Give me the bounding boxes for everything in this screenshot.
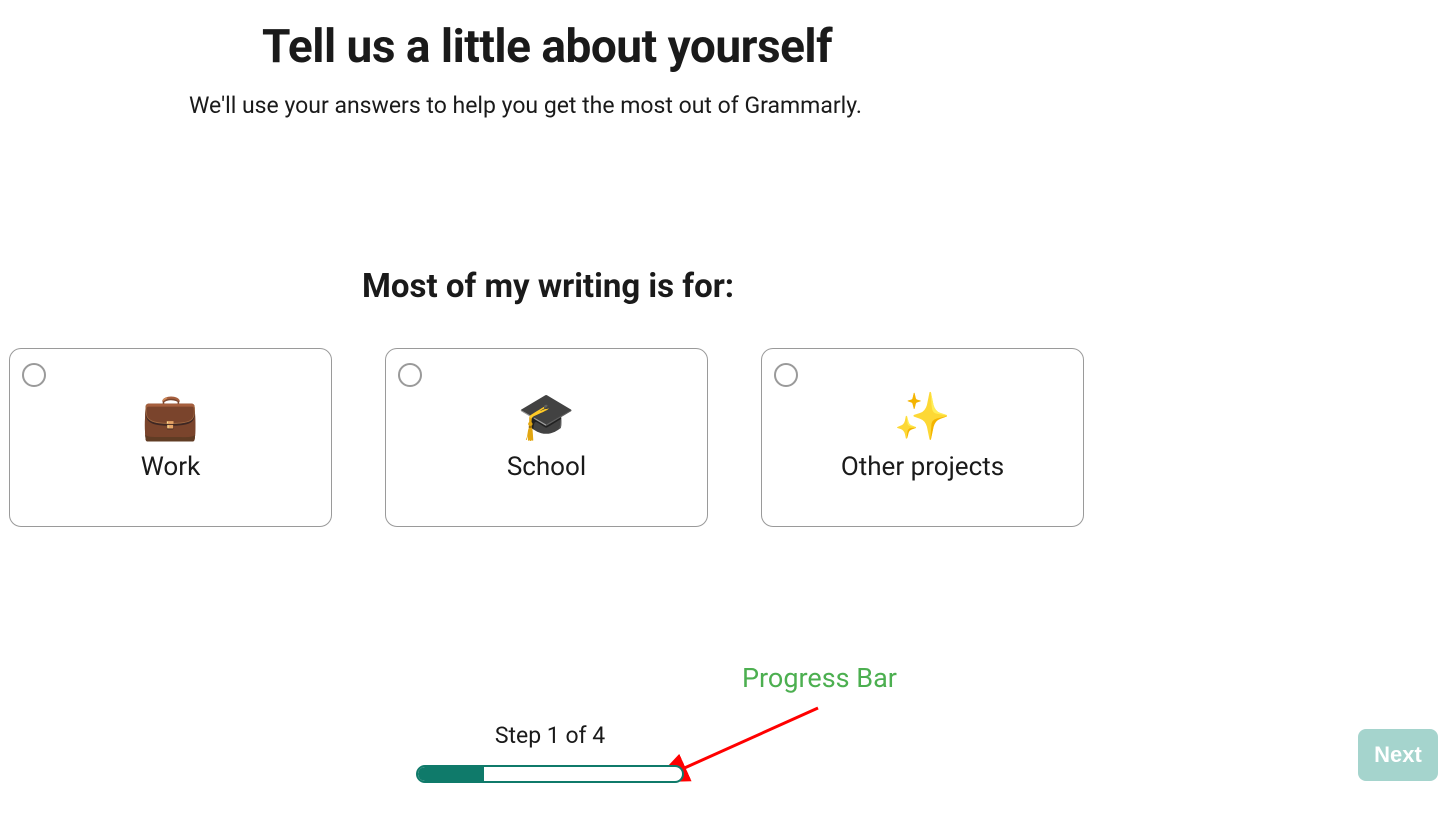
progress-area: Step 1 of 4: [416, 722, 684, 783]
options-row: 💼 Work 🎓 School ✨ Other projects: [9, 348, 1456, 527]
option-label: School: [507, 452, 586, 482]
radio-unchecked-icon[interactable]: [398, 363, 422, 387]
sparkles-icon: ✨: [894, 394, 951, 440]
option-card-school[interactable]: 🎓 School: [385, 348, 708, 527]
briefcase-icon: 💼: [142, 394, 199, 440]
option-label: Work: [141, 452, 201, 482]
step-indicator: Step 1 of 4: [416, 722, 684, 749]
page-subtitle: We'll use your answers to help you get t…: [189, 92, 1456, 119]
radio-unchecked-icon[interactable]: [774, 363, 798, 387]
page-title: Tell us a little about yourself: [262, 20, 1456, 74]
option-label: Other projects: [841, 452, 1004, 482]
option-card-work[interactable]: 💼 Work: [9, 348, 332, 527]
progress-bar-fill: [418, 767, 484, 781]
question-prompt: Most of my writing is for:: [362, 267, 1456, 306]
graduation-cap-icon: 🎓: [518, 394, 575, 440]
progress-bar: [416, 765, 684, 783]
radio-unchecked-icon[interactable]: [22, 363, 46, 387]
annotation-label: Progress Bar: [742, 662, 897, 694]
next-button[interactable]: Next: [1358, 729, 1438, 781]
option-card-other[interactable]: ✨ Other projects: [761, 348, 1084, 527]
arrow-icon: [660, 698, 830, 788]
